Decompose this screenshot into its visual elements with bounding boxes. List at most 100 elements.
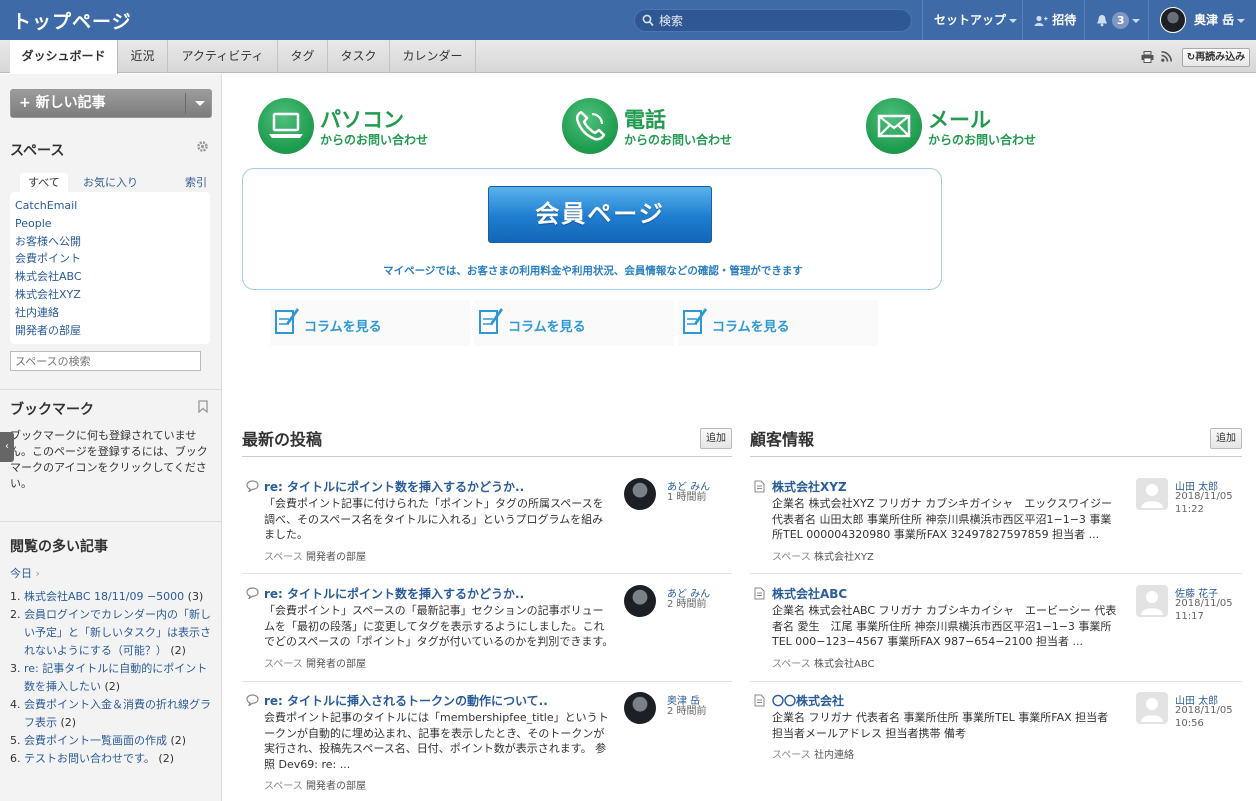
space-tab-all[interactable]: すべて (20, 173, 68, 192)
member-page-button[interactable]: 会員ページ (488, 186, 712, 243)
customer-space: スペース 株式会社XYZ (772, 548, 874, 563)
contact-subtitle: からのお問い合わせ (320, 133, 429, 147)
popular-link[interactable]: テストお問い合わせです。 (24, 752, 155, 765)
view-count: (2) (170, 734, 187, 747)
header-divider (922, 0, 923, 40)
header-divider (1148, 0, 1149, 40)
new-post-button[interactable]: + 新しい記事 (10, 89, 212, 118)
setup-menu[interactable]: セットアップ (934, 0, 1018, 40)
space-prefix: スペース (772, 552, 811, 563)
divider (0, 521, 222, 522)
global-search[interactable] (634, 9, 912, 32)
list-item: 5. 会費ポイント一覧画面の作成 (2) (10, 732, 216, 750)
add-post-button[interactable]: 追加 (700, 428, 732, 449)
post-title-link[interactable]: re: タイトルにポイント数を挿入するかどうか.. (264, 585, 524, 602)
add-user-icon (1034, 15, 1048, 26)
item-number: 1. (10, 590, 21, 603)
space-prefix: スペース (772, 659, 811, 670)
avatar[interactable] (1136, 478, 1168, 510)
user-icon (1141, 484, 1163, 508)
header-divider (1084, 0, 1085, 40)
view-count: (3) (187, 590, 204, 603)
column-link[interactable]: コラムを見る (678, 300, 878, 346)
avatar[interactable] (624, 585, 656, 617)
space-name[interactable]: 開発者の部屋 (306, 659, 366, 670)
space-tab-favorites[interactable]: お気に入り (83, 173, 138, 192)
space-link[interactable]: 株式会社ABC (15, 268, 205, 286)
space-link[interactable]: 株式会社XYZ (15, 286, 205, 304)
mail-icon (866, 98, 922, 154)
refresh-icon: ↻ (1186, 52, 1196, 63)
post-excerpt: 会費ポイント記事のタイトルには「membershipfee_title」というト… (264, 711, 609, 771)
space-prefix: スペース (264, 781, 303, 792)
avatar[interactable] (1136, 585, 1168, 617)
tab-calendar[interactable]: カレンダー (390, 40, 476, 73)
search-input[interactable] (659, 12, 899, 29)
comment-icon (246, 694, 259, 706)
post-excerpt: 「会費ポイント記事に付けられた「ポイント」タグの所属スペースを調べ、そのスペース… (264, 497, 604, 541)
post-title-link[interactable]: re: タイトルにポイント数を挿入するかどうか.. (264, 478, 524, 495)
customer-excerpt: 企業名 フリガナ 代表者名 事業所住所 事業所TEL 事業所FAX 担当者 担当… (772, 711, 1109, 740)
avatar[interactable] (624, 692, 656, 724)
customer-title-link[interactable]: 〇〇株式会社 (772, 692, 844, 709)
space-name[interactable]: 株式会社ABC (814, 659, 875, 670)
main-tab-bar: ダッシュボード 近況 アクティビティ タグ タスク カレンダー ↻再読み込み (0, 40, 1256, 74)
space-link[interactable]: 会費ポイント (15, 250, 205, 268)
space-name[interactable]: 社内連絡 (814, 750, 854, 761)
popular-link[interactable]: 会費ポイント一覧画面の作成 (24, 734, 167, 747)
popular-period-selector[interactable]: 今日 › (10, 565, 40, 581)
space-name[interactable]: 株式会社XYZ (814, 552, 874, 563)
customer-title-link[interactable]: 株式会社XYZ (772, 478, 847, 495)
popular-link[interactable]: 会費ポイント入金＆消費の折れ線グラフ表示 (24, 698, 211, 729)
space-link[interactable]: 社内連絡 (15, 304, 205, 322)
new-post-label: + 新しい記事 (19, 95, 106, 111)
popular-link[interactable]: 株式会社ABC 18/11/09 −5000 (24, 590, 184, 603)
space-tab-index[interactable]: 索引 (185, 173, 207, 192)
notifications-button[interactable]: 3 (1096, 0, 1141, 40)
tab-recent[interactable]: 近況 (118, 40, 168, 73)
user-menu[interactable]: 奥津 岳 (1194, 0, 1246, 40)
divider (242, 456, 732, 457)
edit-note-icon (479, 308, 503, 334)
tab-dashboard[interactable]: ダッシュボード (10, 40, 118, 74)
member-page-description: マイページでは、お客さまの利用料金や利用状況、会員情報などの確認・管理ができます (383, 265, 803, 277)
invite-button[interactable]: 招待 (1034, 0, 1076, 40)
tab-activity[interactable]: アクティビティ (168, 40, 278, 73)
contact-subtitle: からのお問い合わせ (928, 133, 1037, 147)
space-name[interactable]: 開発者の部屋 (306, 552, 366, 563)
bookmark-icon[interactable] (198, 400, 208, 413)
user-avatar[interactable] (1160, 7, 1186, 33)
space-link[interactable]: 開発者の部屋 (15, 322, 205, 340)
space-link[interactable]: People (15, 215, 205, 233)
popular-period-label: 今日 (10, 567, 32, 580)
tab-tasks[interactable]: タスク (328, 40, 390, 73)
customer-item: 〇〇株式会社 企業名 フリガナ 代表者名 事業所住所 事業所TEL 事業所FAX… (750, 692, 1242, 772)
rss-icon[interactable] (1161, 51, 1172, 62)
gear-icon[interactable] (196, 140, 209, 153)
post-title-link[interactable]: re: タイトルに挿入されるトークンの動作について.. (264, 692, 548, 709)
column-link[interactable]: コラムを見る (474, 300, 674, 346)
setup-label: セットアップ (934, 13, 1007, 27)
list-item: 1. 株式会社ABC 18/11/09 −5000 (3) (10, 588, 216, 606)
add-customer-button[interactable]: 追加 (1210, 428, 1242, 449)
customer-excerpt: 企業名 株式会社ABC フリガナ カブシキカイシャ エービーシー 代表者名 愛生… (772, 604, 1117, 648)
sidebar-collapse-handle[interactable]: ‹ (0, 432, 14, 462)
post-date: 2018/11/05 (1175, 598, 1233, 609)
reload-button[interactable]: ↻再読み込み (1182, 48, 1250, 67)
print-icon[interactable] (1141, 51, 1154, 63)
column-link-label: コラムを見る (508, 320, 586, 335)
space-search-input[interactable] (10, 351, 201, 371)
post-time: 1 時間前 (667, 492, 707, 503)
column-link[interactable]: コラムを見る (270, 300, 470, 346)
space-link[interactable]: お客様へ公開 (15, 233, 205, 251)
avatar[interactable] (1136, 692, 1168, 724)
space-link[interactable]: CatchEmail (15, 197, 205, 215)
chevron-down-icon[interactable] (195, 101, 205, 106)
customers-title: 顧客情報 (750, 430, 815, 449)
space-name[interactable]: 開発者の部屋 (306, 781, 366, 792)
customer-title-link[interactable]: 株式会社ABC (772, 585, 847, 602)
divider (750, 681, 1242, 682)
post-item: re: タイトルに挿入されるトークンの動作について.. 会費ポイント記事のタイト… (242, 692, 732, 792)
tab-tags[interactable]: タグ (278, 40, 328, 73)
avatar[interactable] (624, 478, 656, 510)
